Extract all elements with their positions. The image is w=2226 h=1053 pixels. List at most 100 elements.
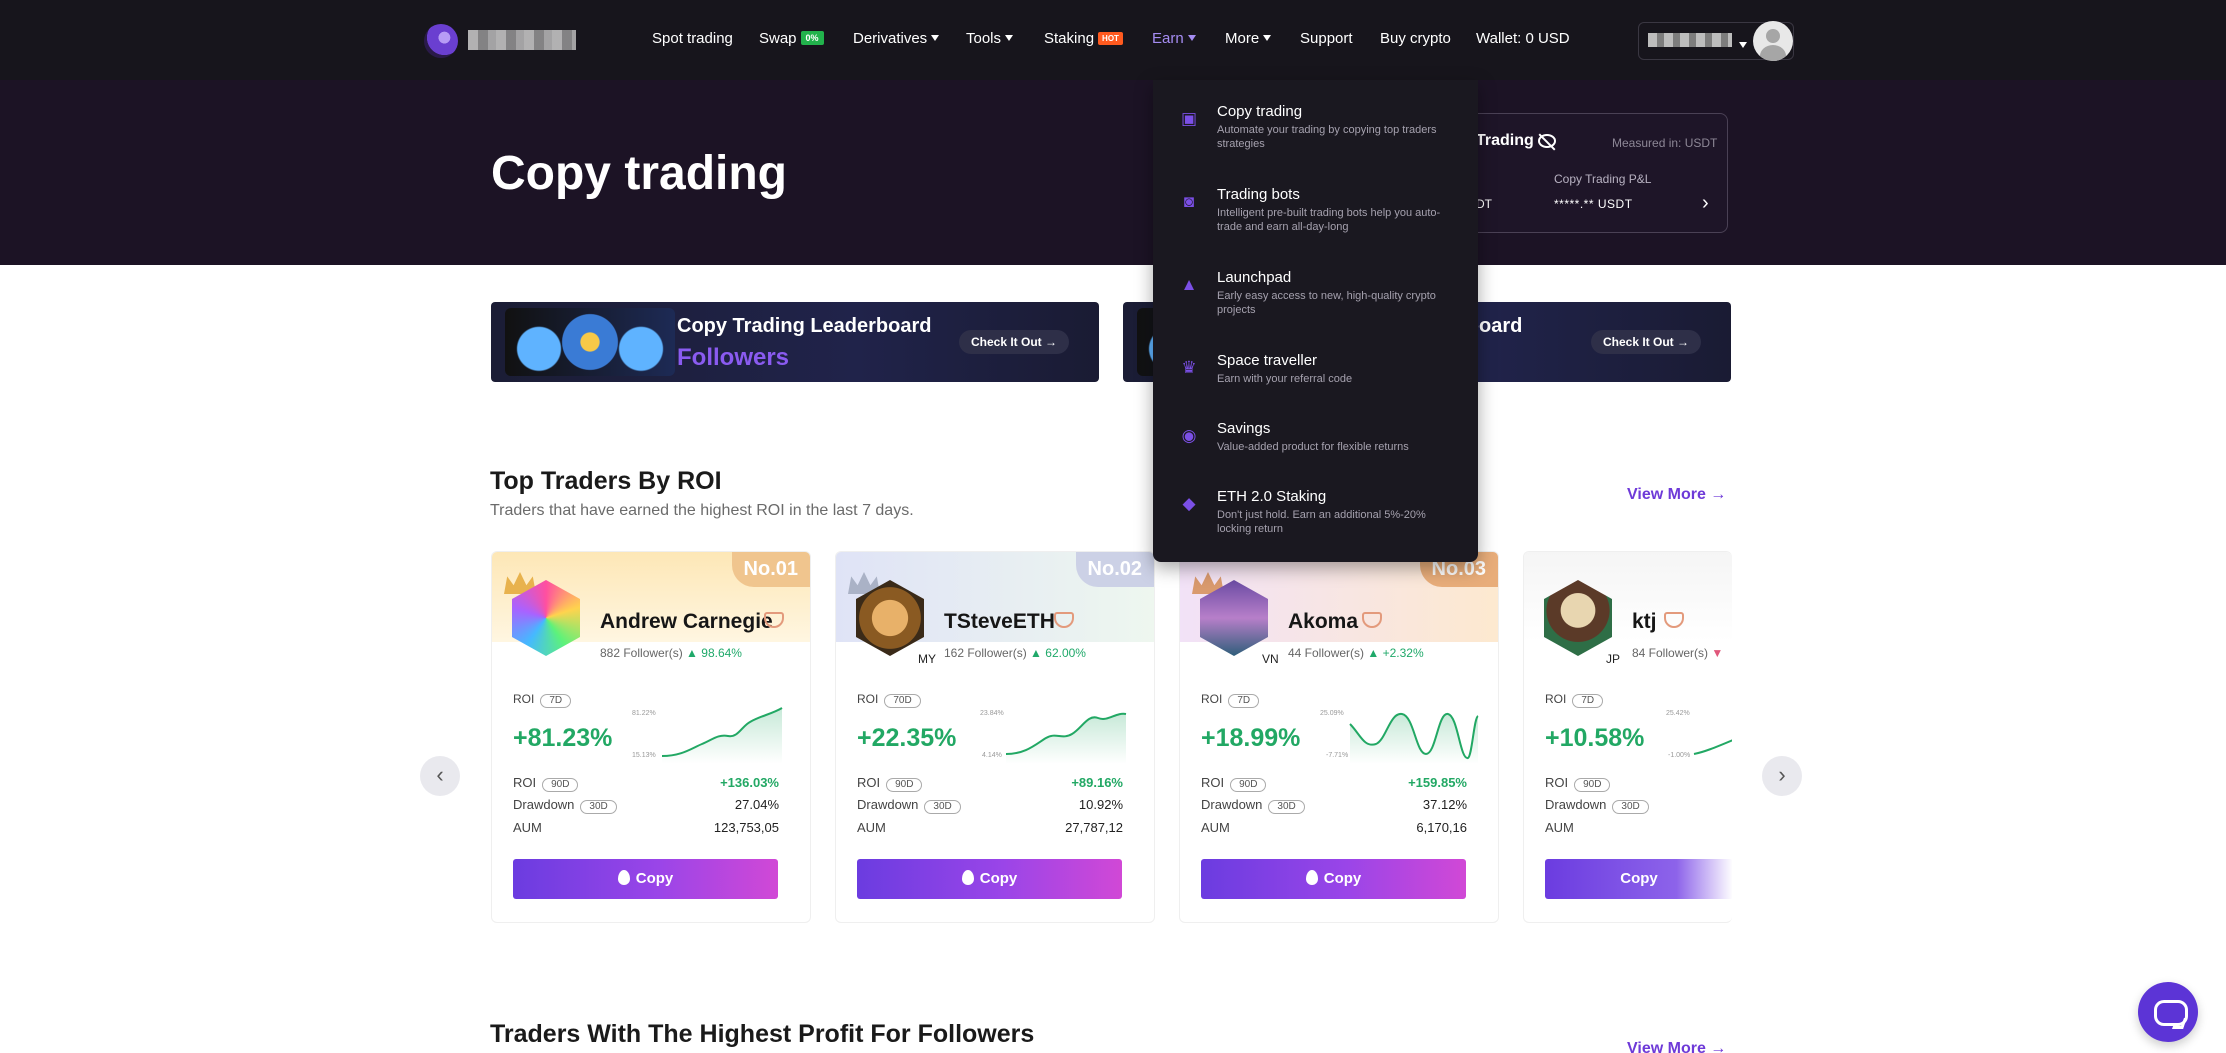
spark-min-label: -7.71% [1326,752,1349,759]
spark-max-label: 25.09% [1320,710,1344,717]
roi-label: ROI 7D [1201,692,1260,708]
roi-90d-row: ROI 90D [1545,775,1725,792]
drawdown-row: Drawdown 30D 37.12% [1201,797,1467,814]
spark-max-label: 81.22% [632,710,656,717]
chat-support-button[interactable] [2138,982,2198,1042]
roi-label: ROI 7D [513,692,572,708]
roi-value: +18.99% [1201,724,1301,752]
view-more-link[interactable]: View More → [1627,486,1726,504]
view-more-link[interactable]: View More → [1627,1040,1726,1053]
swap-badge: 0% [800,31,824,45]
trader-card[interactable]: No.03 VN Akoma 44 Follower(s) ▲ +2.32% R… [1179,551,1499,923]
hot-badge: HOT [1098,32,1123,45]
nav-wallet[interactable]: Wallet: 0 USD [1476,30,1570,47]
logo-wordmark-blurred[interactable] [468,30,576,50]
nav-buy-crypto[interactable]: Buy crypto [1380,30,1451,47]
nav-spot-trading[interactable]: Spot trading [652,30,733,47]
nav-staking[interactable]: Staking HOT [1044,30,1123,47]
roi-90d-row: ROI 90D +89.16% [857,775,1123,792]
ethereum-icon: ◆ [1182,494,1196,513]
nav-earn[interactable]: Earn [1152,30,1196,47]
drawdown-row: Drawdown 30D 10.92% [857,797,1123,814]
trader-name[interactable]: TSteveETH [944,610,1055,634]
rank-badge: No.01 [731,552,810,587]
logo-icon[interactable] [424,24,458,58]
menu-item-savings[interactable]: ◉ Savings Value-added product for flexib… [1153,420,1478,482]
top-nav: Spot trading Swap 0% Derivatives Tools St… [0,0,2226,80]
spark-max-label: 25.42% [1666,710,1690,717]
nav-derivatives[interactable]: Derivatives [853,30,940,47]
spark-min-label: 15.13% [632,752,656,759]
aum-row: AUM [1545,820,1574,835]
rank-badge: No.02 [1075,552,1154,587]
carousel-prev-button[interactable]: ‹ [420,756,460,796]
country-code: VN [1262,652,1279,666]
trader-card[interactable]: No.02 MY TSteveETH 162 Follower(s) ▲ 62.… [835,551,1155,923]
copy-button[interactable]: Copy [1545,859,1732,899]
menu-item-space-traveller[interactable]: ♛ Space traveller Earn with your referra… [1153,352,1478,414]
spark-max-label: 23.84% [980,710,1004,717]
bot-icon: ◙ [1183,192,1195,211]
flame-icon [1305,870,1318,885]
pnl-label: Copy Trading P&L [1554,172,1652,186]
roi-label: ROI 70D [857,692,921,708]
aum-row: AUM 6,170,16 [1201,820,1467,835]
chevron-down-icon[interactable] [1735,37,1747,55]
eye-off-icon[interactable] [1538,134,1556,148]
trader-name[interactable]: Akoma [1288,610,1358,634]
copy-button[interactable]: Copy [1201,859,1466,899]
rocket-icon: ▲ [1180,275,1198,294]
section-title-top-traders: Top Traders By ROI [490,467,722,495]
nav-swap[interactable]: Swap 0% [759,30,824,47]
menu-item-copy-trading[interactable]: ▣ Copy trading Automate your trading by … [1153,103,1478,165]
pnl-value: *****.** USDT [1554,197,1633,211]
arrow-right-icon: → [1677,335,1690,349]
chevron-right-icon[interactable]: › [1702,192,1709,215]
flame-icon [961,870,974,885]
nav-more[interactable]: More [1225,30,1272,47]
follower-count: 882 Follower(s) ▲ 98.64% [600,646,742,660]
drawdown-row: Drawdown 30D [1545,797,1725,814]
copy-button[interactable]: Copy [857,859,1122,899]
section-title-highest-profit: Traders With The Highest Profit For Foll… [490,1020,1035,1048]
spark-min-label: -1.00% [1668,752,1691,759]
menu-item-eth-staking[interactable]: ◆ ETH 2.0 Staking Don't just hold. Earn … [1153,488,1478,550]
hero-banner [0,80,2226,265]
aum-row: AUM 27,787,12 [857,820,1123,835]
trader-name[interactable]: ktj [1632,610,1657,634]
roi-90d-row: ROI 90D +159.85% [1201,775,1467,792]
leaderboard-banner-followers[interactable]: Copy Trading Leaderboard Followers Check… [491,302,1099,382]
arrow-right-icon: → [1710,1040,1727,1053]
trophy-icon: ♛ [1181,358,1197,377]
earn-dropdown-menu: ▣ Copy trading Automate your trading by … [1153,80,1478,562]
roi-90d-row: ROI 90D +136.03% [513,775,779,792]
copy-button[interactable]: Copy [513,859,778,899]
check-it-out-button[interactable]: Check It Out → [1591,330,1702,354]
roi-label: ROI 7D [1545,692,1604,708]
drawdown-row: Drawdown 30D 27.04% [513,797,779,814]
check-it-out-button[interactable]: Check It Out → [959,330,1070,354]
user-avatar[interactable] [1753,21,1793,61]
banner-title: Copy Trading Leaderboard [677,315,932,337]
roi-value: +10.58% [1545,724,1645,752]
carousel-next-button[interactable]: › [1762,756,1802,796]
pnl-title: Trading [1476,132,1534,149]
nav-tools[interactable]: Tools [966,30,1014,47]
trader-card[interactable]: JP ktj 84 Follower(s) ▼ ROI 7D +10.58% 25… [1523,551,1732,923]
follower-count: 44 Follower(s) ▲ +2.32% [1288,646,1424,660]
arrow-right-icon: → [1045,335,1058,349]
section-subtitle: Traders that have earned the highest ROI… [490,502,914,519]
trader-card[interactable]: No.01 Andrew Carnegie 882 Follower(s) ▲ … [491,551,811,923]
leaderboard-artwork [505,308,675,376]
flame-icon [617,870,630,885]
page: Spot trading Swap 0% Derivatives Tools St… [0,0,2226,1053]
menu-item-trading-bots[interactable]: ◙ Trading bots Intelligent pre-built tra… [1153,186,1478,248]
nav-support[interactable]: Support [1300,30,1353,47]
trader-name[interactable]: Andrew Carnegie [600,610,773,634]
chevron-down-icon [1005,35,1014,41]
copy-icon: ▣ [1180,109,1198,128]
chevron-down-icon [1187,35,1196,41]
menu-item-launchpad[interactable]: ▲ Launchpad Early easy access to new, hi… [1153,269,1478,331]
roi-value: +81.23% [513,724,613,752]
spark-min-label: 4.14% [982,752,1002,759]
